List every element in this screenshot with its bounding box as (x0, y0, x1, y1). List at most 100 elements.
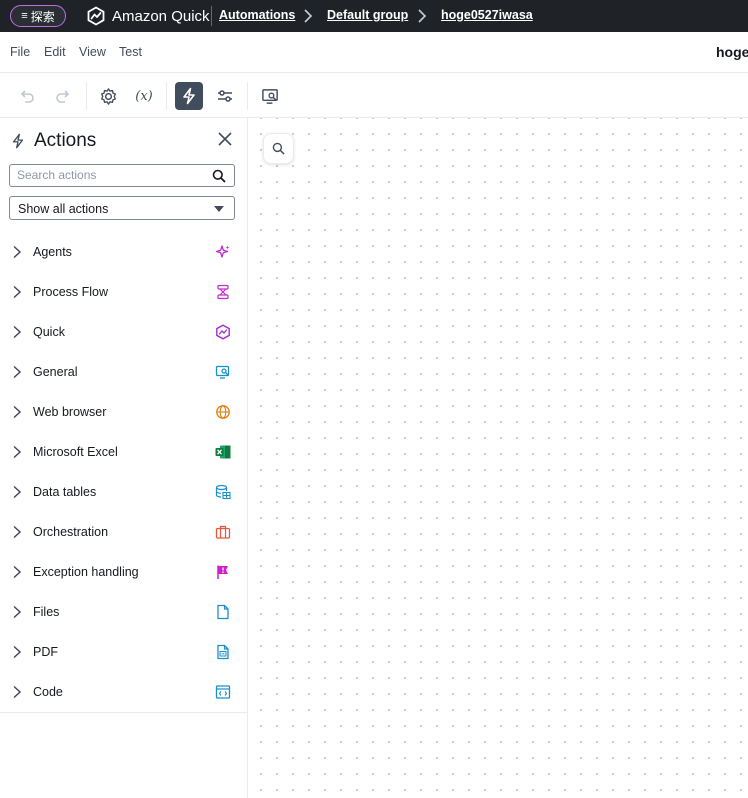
category-label: General (33, 365, 78, 379)
category-exception-handling[interactable]: Exception handling (0, 552, 247, 592)
toolbar-divider (247, 82, 248, 110)
actions-panel: Actions Show all actions Agents Process … (0, 118, 248, 798)
workflow-canvas[interactable] (249, 118, 748, 798)
category-microsoft-excel[interactable]: Microsoft Excel (0, 432, 247, 472)
actions-panel-button[interactable] (175, 82, 203, 110)
sliders-icon (218, 90, 232, 102)
chevron-right-icon (13, 605, 22, 619)
settings-button[interactable] (94, 82, 122, 110)
actions-panel-header: Actions (10, 130, 96, 152)
chevron-right-icon (13, 405, 22, 419)
category-agents[interactable]: Agents (0, 232, 247, 272)
lightning-icon (12, 133, 24, 149)
canvas-search-button[interactable] (263, 133, 294, 164)
category-quick[interactable]: Quick (0, 312, 247, 352)
redo-icon (56, 90, 70, 103)
search-actions-input[interactable] (17, 168, 207, 182)
action-filter-value: Show all actions (18, 202, 109, 216)
quick-icon (216, 324, 230, 340)
category-label: Code (33, 685, 63, 699)
settings-icon (100, 87, 116, 105)
briefcase-icon (215, 525, 231, 539)
explore-button[interactable]: ≡ 探索 (10, 5, 66, 27)
category-label: Exception handling (33, 565, 139, 579)
menu-view[interactable]: View (79, 45, 106, 59)
chevron-right-icon (304, 9, 313, 23)
variables-icon: (x) (135, 88, 153, 104)
category-pdf[interactable]: PDF (0, 632, 247, 672)
menu-bar: File Edit View Test hoge (0, 32, 748, 73)
category-label: Process Flow (33, 285, 109, 299)
pdf-icon (217, 644, 229, 660)
variables-button[interactable]: (x) (130, 82, 158, 110)
amazon-quick-logo-icon (87, 6, 105, 26)
list-divider (0, 712, 247, 713)
category-data-tables[interactable]: Data tables (0, 472, 247, 512)
menu-icon: ≡ (21, 9, 28, 22)
data-table-icon (215, 484, 231, 500)
process-flow-icon (217, 284, 229, 300)
screen-search-icon (215, 365, 230, 379)
undo-icon (20, 90, 34, 103)
chevron-right-icon (13, 285, 22, 299)
menu-test[interactable]: Test (119, 45, 142, 59)
category-label: PDF (33, 645, 58, 659)
chevron-right-icon (13, 685, 22, 699)
breadcrumb-default-group[interactable]: Default group (327, 8, 408, 22)
toolbar: (x) (0, 73, 748, 118)
search-actions-field (9, 164, 235, 187)
chevron-right-icon (13, 325, 22, 339)
category-files[interactable]: Files (0, 592, 247, 632)
chevron-right-icon (418, 9, 427, 23)
chevron-right-icon (13, 645, 22, 659)
properties-button[interactable] (211, 82, 239, 110)
category-orchestration[interactable]: Orchestration (0, 512, 247, 552)
chevron-right-icon (13, 365, 22, 379)
redo-button[interactable] (49, 82, 77, 110)
globe-icon (216, 405, 230, 419)
chevron-right-icon (13, 485, 22, 499)
search-icon[interactable] (212, 169, 226, 183)
category-label: Data tables (33, 485, 97, 499)
brand-divider (211, 6, 212, 26)
brand-logo[interactable]: Amazon Quick (86, 6, 210, 26)
chevron-right-icon (13, 245, 22, 259)
category-label: Files (33, 605, 60, 619)
search-icon (272, 142, 285, 155)
file-icon (217, 604, 229, 620)
caret-down-icon (214, 206, 224, 212)
undo-button[interactable] (13, 82, 41, 110)
brand-name: Amazon Quick (112, 7, 210, 25)
code-icon (215, 685, 231, 699)
close-icon[interactable] (217, 131, 233, 147)
category-general[interactable]: General (0, 352, 247, 392)
lightning-icon (183, 87, 195, 105)
screen-capture-icon (261, 88, 278, 104)
category-web-browser[interactable]: Web browser (0, 392, 247, 432)
category-code[interactable]: Code (0, 672, 247, 712)
document-title: hoge (716, 44, 748, 60)
flag-icon (217, 565, 228, 579)
toolbar-divider (166, 82, 167, 110)
menu-edit[interactable]: Edit (44, 45, 66, 59)
category-label: Agents (33, 245, 72, 259)
chevron-right-icon (13, 525, 22, 539)
action-category-list: Agents Process Flow Quick General Web br… (0, 232, 247, 712)
sparkle-icon (215, 245, 230, 258)
category-label: Web browser (33, 405, 107, 419)
top-navigation-bar: ≡ 探索 Amazon Quick Automations Default gr… (0, 0, 748, 32)
excel-icon (215, 445, 231, 459)
chevron-right-icon (13, 565, 22, 579)
screen-capture-button[interactable] (256, 82, 284, 110)
chevron-right-icon (13, 445, 22, 459)
category-label: Microsoft Excel (33, 445, 118, 459)
breadcrumb-automations[interactable]: Automations (219, 8, 295, 22)
action-filter-select[interactable]: Show all actions (9, 196, 235, 220)
actions-panel-title: Actions (34, 130, 97, 151)
toolbar-divider (86, 82, 87, 110)
category-label: Orchestration (33, 525, 109, 539)
explore-label: 探索 (30, 9, 55, 24)
breadcrumb-automation-name[interactable]: hoge0527iwasa (441, 8, 533, 22)
category-process-flow[interactable]: Process Flow (0, 272, 247, 312)
menu-file[interactable]: File (10, 45, 30, 59)
